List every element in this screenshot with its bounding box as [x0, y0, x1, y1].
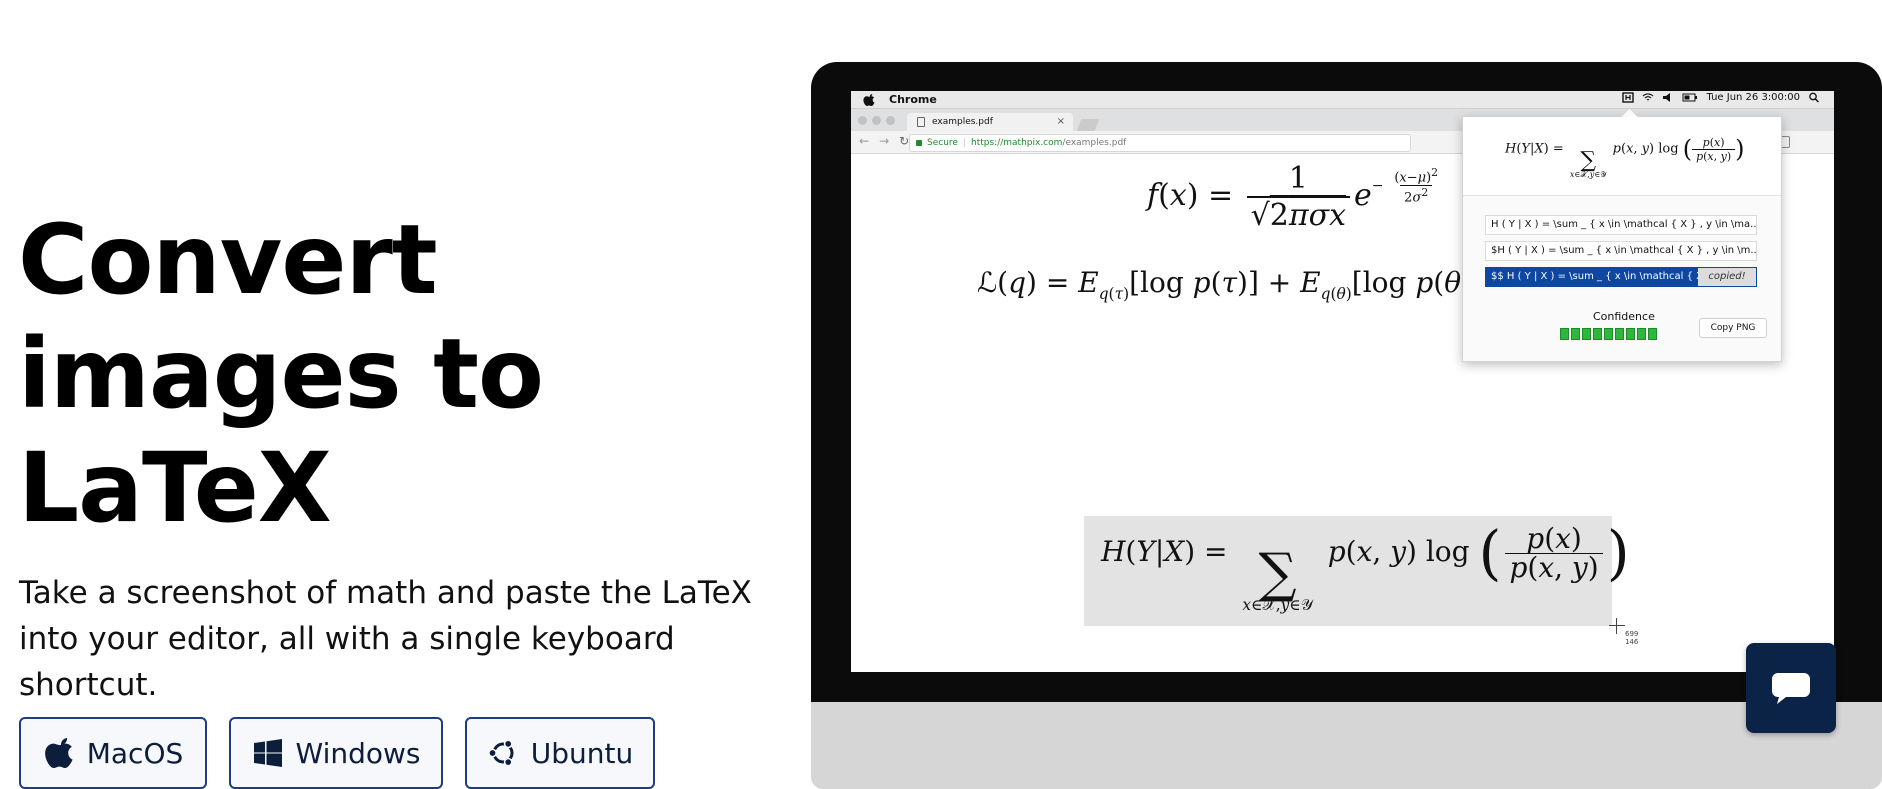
new-tab-button[interactable]: [1076, 119, 1100, 131]
confidence-segment: [1593, 328, 1602, 340]
latex-result-plain-text: H ( Y | X ) = \sum _ { x \in \mathcal { …: [1491, 219, 1757, 230]
monitor-chin: [811, 702, 1882, 789]
volume-icon[interactable]: [1662, 92, 1674, 103]
tab-close-icon[interactable]: ×: [1057, 116, 1065, 127]
macos-button[interactable]: MacOS: [19, 717, 207, 789]
copied-badge: copied!: [1698, 268, 1756, 286]
back-arrow-icon[interactable]: ←: [859, 134, 869, 148]
nav-buttons: ← → ↻: [859, 134, 909, 148]
cursor-coord-y: 146: [1625, 638, 1639, 646]
secure-label: Secure: [927, 138, 958, 148]
url-separator: |: [962, 138, 966, 148]
tab-title: examples.pdf: [932, 117, 993, 127]
browser-tab[interactable]: examples.pdf ×: [907, 113, 1073, 131]
latex-result-inline[interactable]: $H ( Y | X ) = \sum _ { x \in \mathcal {…: [1485, 241, 1757, 261]
url-path: /examples.pdf: [1062, 138, 1127, 148]
latex-result-display[interactable]: $$ H ( Y | X ) = \sum _ { x \in \mathcal…: [1485, 267, 1757, 287]
confidence-segment: [1604, 328, 1613, 340]
hero-title-line-3: LaTeX: [18, 432, 332, 544]
file-icon: [917, 117, 925, 127]
confidence-segment: [1615, 328, 1624, 340]
hero-title: Convert images to LaTeX: [18, 203, 658, 545]
minimize-window-icon[interactable]: [872, 116, 881, 125]
confidence-segment: [1648, 328, 1657, 340]
hero-subtitle: Take a screenshot of math and paste the …: [19, 575, 752, 703]
mathpix-snip-popup: H(Y|X) = ∑ x∈𝒳,y∈𝒴 p(x, y) log (p(x) p(x, …: [1462, 116, 1782, 362]
hero-title-line-1: Convert: [18, 204, 438, 316]
windows-label: Windows: [295, 736, 421, 770]
equation-gaussian: f(x) = 1 √2πσx e− (x−μ)2 2σ2: [1147, 161, 1439, 233]
apple-menu-icon[interactable]: [863, 93, 875, 106]
chat-bubble-icon: [1772, 673, 1810, 704]
confidence-segment: [1626, 328, 1635, 340]
menubar-status-area: Tue Jun 26 3:00:00: [1622, 92, 1820, 103]
mac-menubar: Chrome Tue Jun 26 3:00:00: [851, 91, 1834, 109]
windows-icon: [252, 737, 284, 769]
cursor-coordinates: 699 146: [1625, 630, 1638, 646]
latex-result-inline-text: $H ( Y | X ) = \sum _ { x \in \mathcal {…: [1491, 245, 1757, 256]
forward-arrow-icon[interactable]: →: [879, 134, 889, 148]
mathpix-menubar-icon[interactable]: [1622, 92, 1635, 103]
reload-icon[interactable]: ↻: [899, 134, 909, 148]
windows-button[interactable]: Windows: [229, 717, 443, 789]
crosshair-cursor: [1609, 618, 1625, 634]
confidence-segment: [1637, 328, 1646, 340]
latex-result-plain[interactable]: H ( Y | X ) = \sum _ { x \in \mathcal { …: [1485, 215, 1757, 235]
macos-label: MacOS: [86, 736, 184, 770]
spotlight-search-icon[interactable]: [1808, 92, 1820, 103]
lock-icon: [916, 140, 922, 146]
confidence-segment: [1571, 328, 1580, 340]
confidence-label: Confidence: [1593, 310, 1655, 323]
menubar-datetime[interactable]: Tue Jun 26 3:00:00: [1706, 92, 1800, 103]
chat-widget-button[interactable]: [1746, 643, 1836, 733]
ubuntu-label: Ubuntu: [530, 736, 634, 770]
confidence-segment: [1560, 328, 1569, 340]
url-field[interactable]: Secure | https://mathpix.com/examples.pd…: [909, 134, 1411, 152]
menubar-app-name[interactable]: Chrome: [889, 93, 937, 106]
monitor-mockup: Chrome Tue Jun 26 3:00:00 examples.pdf ×: [811, 62, 1882, 789]
url-host: https://mathpix.com: [971, 138, 1063, 148]
ubuntu-icon: [487, 737, 519, 769]
confidence-bar: [1560, 328, 1657, 340]
cursor-coord-x: 699: [1625, 630, 1639, 638]
close-window-icon[interactable]: [858, 116, 867, 125]
window-controls: [858, 116, 895, 125]
monitor-screen: Chrome Tue Jun 26 3:00:00 examples.pdf ×: [851, 91, 1834, 672]
copy-png-button[interactable]: Copy PNG: [1699, 318, 1767, 338]
hero-title-line-2: images to: [18, 318, 544, 430]
equation-preview: H(Y|X) = ∑ x∈𝒳,y∈𝒴 p(x, y) log (p(x) p(x, …: [1463, 117, 1781, 196]
wifi-icon[interactable]: [1642, 92, 1654, 103]
apple-icon: [43, 737, 75, 769]
maximize-window-icon[interactable]: [886, 116, 895, 125]
ubuntu-button[interactable]: Ubuntu: [465, 717, 655, 789]
confidence-segment: [1582, 328, 1591, 340]
battery-icon[interactable]: [1682, 92, 1698, 103]
equation-conditional-entropy: H(Y|X) = ∑ x∈𝒳,y∈𝒴 p(x, y) log (p(x) p(x, …: [1101, 518, 1630, 614]
